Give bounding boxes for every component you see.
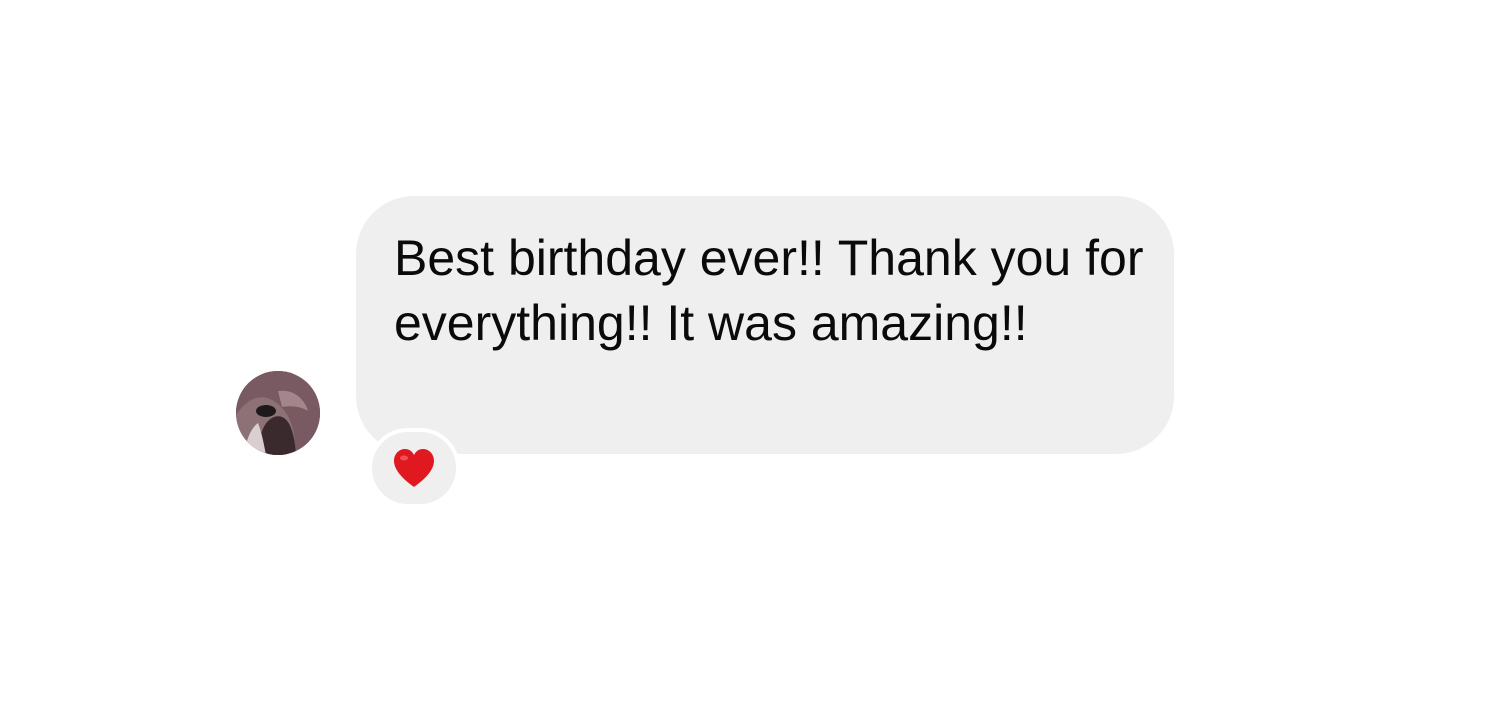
reaction-badge[interactable] xyxy=(368,428,460,508)
avatar[interactable] xyxy=(236,371,320,455)
heart-icon xyxy=(394,449,434,487)
message-row: Best birthday ever!! Thank you for every… xyxy=(0,0,1501,725)
message-text: Best birthday ever!! Thank you for every… xyxy=(394,230,1144,351)
avatar-image xyxy=(236,371,320,455)
message-bubble[interactable]: Best birthday ever!! Thank you for every… xyxy=(356,196,1174,454)
